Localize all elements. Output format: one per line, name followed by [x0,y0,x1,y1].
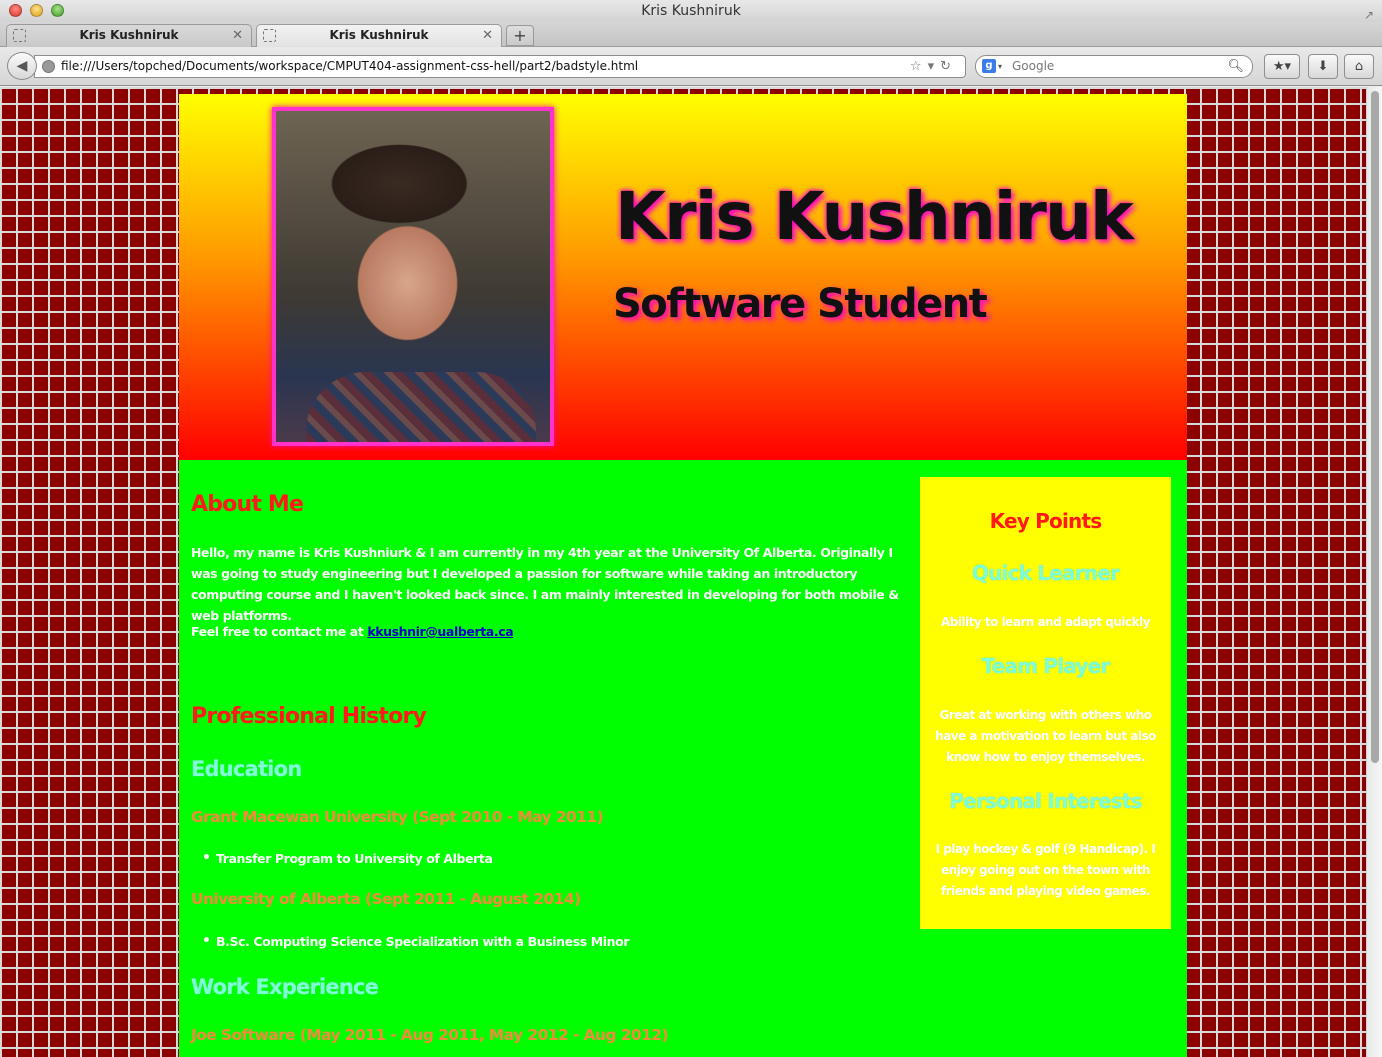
page-viewport: Kris Kushniruk Software Student About Me… [0,87,1366,1057]
contact-prefix: Feel free to contact me at [191,624,368,639]
window-titlebar: Kris Kushniruk ↗ [0,0,1382,22]
tab-close-icon[interactable]: ✕ [482,25,493,46]
search-icon[interactable]: 🔍︎ [1227,56,1244,77]
window-title: Kris Kushniruk [641,3,741,19]
back-button[interactable]: ◀ [7,52,37,80]
globe-icon [42,60,55,73]
window-controls [9,4,64,17]
work-heading: Work Experience [191,975,379,999]
vertical-scrollbar[interactable] [1366,87,1382,1057]
content-area: About Me Hello, my name is Kris Kushniur… [179,460,1187,1057]
tab-2-label: Kris Kushniruk [329,28,429,42]
about-paragraph: Hello, my name is Kris Kushniurk & I am … [191,545,899,623]
address-bar[interactable]: file:///Users/topched/Documents/workspac… [34,55,966,78]
key-point-text: Great at working with others who have a … [935,708,1156,764]
key-point-text: I play hockey & golf (9 Handicap). I enj… [935,842,1156,898]
photo-detail [306,372,536,442]
header-name: Kris Kushniruk [615,178,1134,255]
zoom-window-button[interactable] [51,4,64,17]
url-text: file:///Users/topched/Documents/workspac… [61,59,639,73]
key-point-heading: Quick Learner [971,561,1120,585]
header-subtitle: Software Student [613,281,988,327]
work-employer: Joe Software (May 2011 - Aug 2011, May 2… [191,1026,669,1044]
key-point-heading: Team Player [981,654,1111,678]
scrollbar-thumb[interactable] [1371,91,1379,763]
search-placeholder: Google [1012,59,1055,73]
key-point-text: Ability to learn and adapt quickly [940,615,1151,629]
page-header: Kris Kushniruk Software Student [179,94,1187,460]
key-point-heading: Personal Interests [949,789,1142,813]
contact-line: Feel free to contact me at kkushnir@ualb… [191,621,903,642]
education-institution: University of Alberta (Sept 2011 - Augus… [191,890,581,908]
key-points-sidebar: Key Points Quick Learner Ability to lear… [920,477,1171,929]
about-heading: About Me [191,492,304,517]
new-tab-button[interactable]: + [506,25,534,46]
email-link[interactable]: kkushnir@ualberta.ca [367,624,513,639]
education-institution: Grant Macewan University (Sept 2010 - Ma… [191,808,604,826]
chevron-down-icon[interactable]: ▾ [998,56,1002,77]
tab-close-icon[interactable]: ✕ [232,25,243,46]
page-favicon-icon [263,29,276,42]
downloads-button[interactable]: ⬇ [1308,54,1338,79]
education-list-item: Transfer Program to University of Albert… [202,850,493,866]
bookmarks-menu-button[interactable]: ★▾ [1264,54,1300,79]
google-icon: g [982,59,996,73]
resume-page: Kris Kushniruk Software Student About Me… [179,94,1187,1057]
search-input[interactable]: g ▾ Google 🔍︎ [975,55,1253,78]
tab-strip: Kris Kushniruk ✕ Kris Kushniruk ✕ + [0,22,1382,47]
profile-photo [272,107,554,446]
key-points-title: Key Points [989,509,1102,533]
tab-1[interactable]: Kris Kushniruk ✕ [6,24,252,47]
page-favicon-icon [13,29,26,42]
education-list-item: B.Sc. Computing Science Specialization w… [202,933,630,949]
education-heading: Education [191,757,302,781]
close-window-button[interactable] [9,4,22,17]
navigation-toolbar: file:///Users/topched/Documents/workspac… [0,47,1382,86]
tab-2-active[interactable]: Kris Kushniruk ✕ [256,24,502,47]
minimize-window-button[interactable] [30,4,43,17]
home-button[interactable]: ⌂ [1344,54,1374,79]
bookmark-star-icon[interactable]: ☆▾↻ [910,56,957,77]
tab-1-label: Kris Kushniruk [79,28,179,42]
history-heading: Professional History [191,704,427,729]
